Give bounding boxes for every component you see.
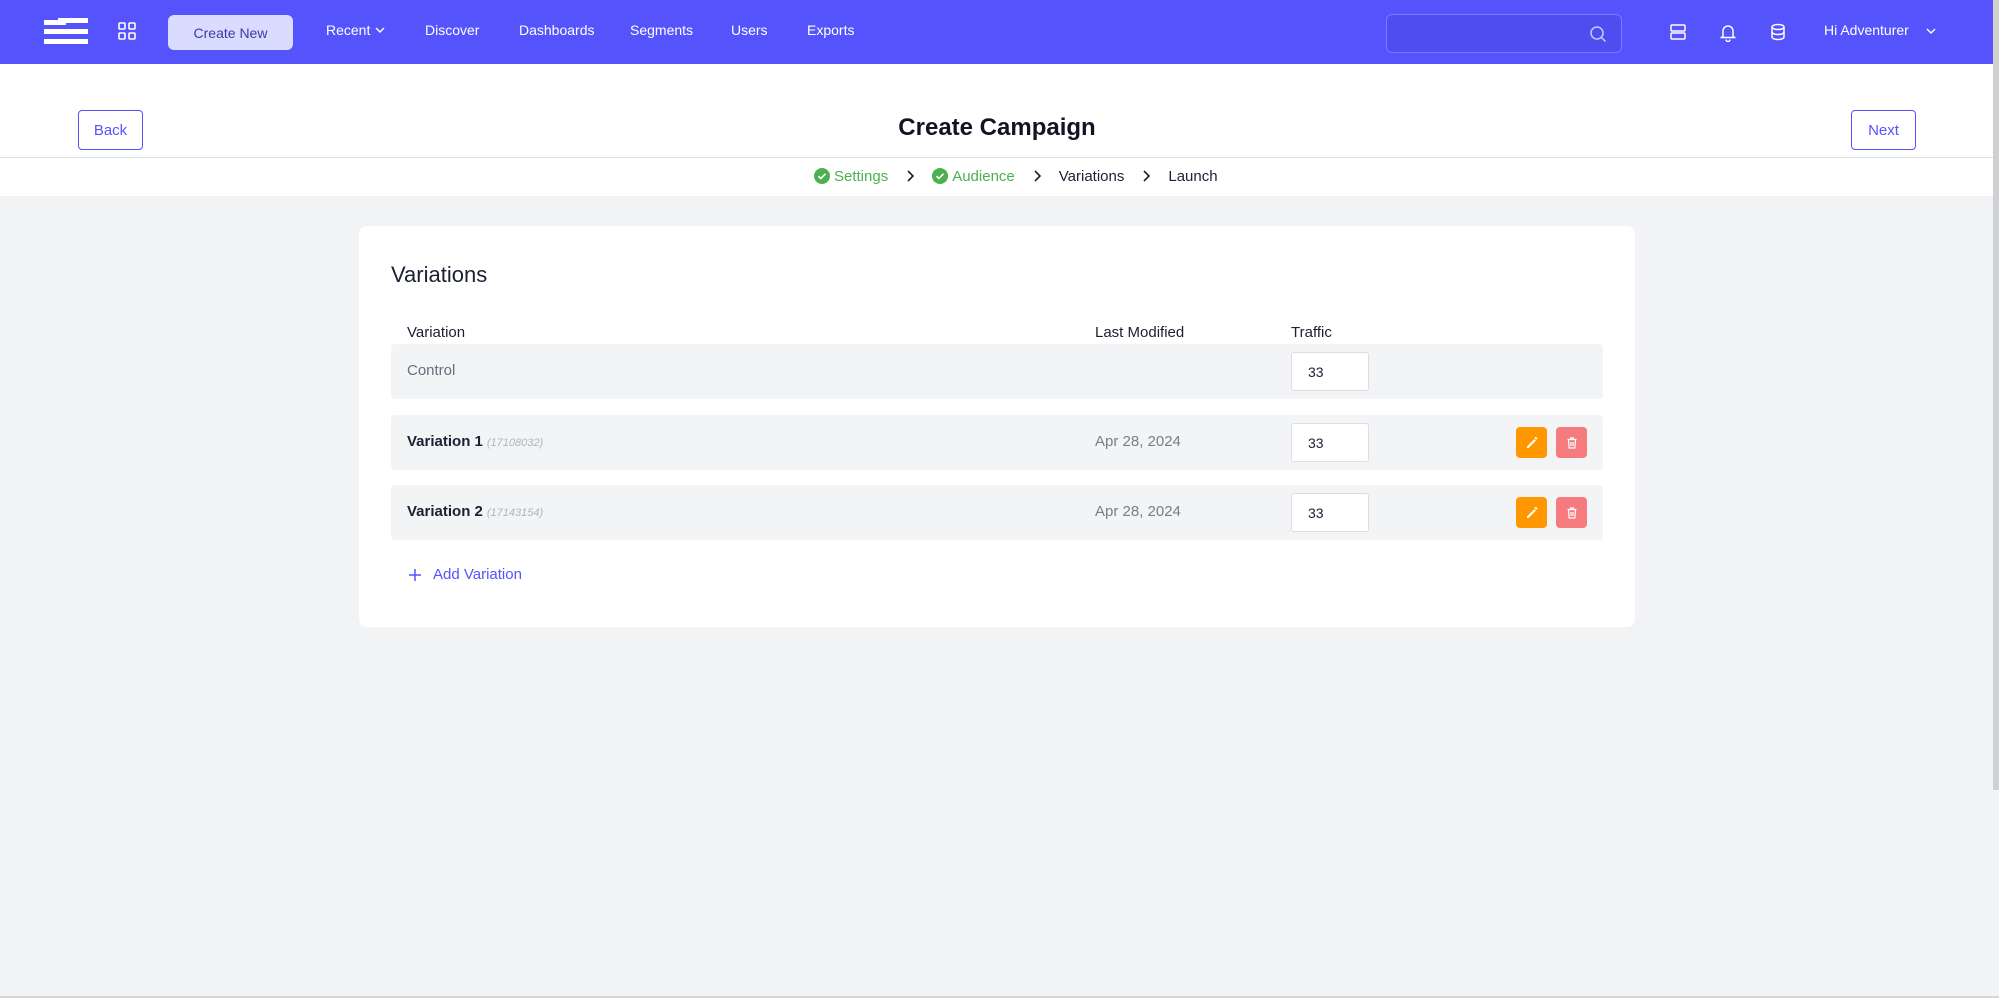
page-title: Create Campaign (898, 114, 1096, 141)
pencil-icon (1526, 506, 1537, 518)
table-row-variation-1: Variation 1 (17108032) Apr 28, 2024 (391, 415, 1603, 470)
edit-button[interactable] (1516, 427, 1547, 458)
search-icon[interactable] (1589, 25, 1607, 43)
step-audience-label: Audience (952, 167, 1015, 185)
bell-icon[interactable] (1718, 22, 1738, 42)
search-box (1386, 14, 1622, 53)
column-header-last-modified: Last Modified (1095, 324, 1185, 341)
nav-segments-label: Segments (630, 22, 694, 38)
traffic-input[interactable] (1291, 352, 1369, 391)
create-new-button[interactable]: Create New (168, 15, 293, 50)
nav-dashboards[interactable]: Dashboards (519, 22, 595, 38)
nav-segments[interactable]: Segments (630, 22, 693, 38)
variation-name-label: Variation 1 (407, 433, 483, 450)
trash-icon (1567, 436, 1576, 449)
step-settings[interactable]: Settings (814, 168, 888, 185)
variation-name-label: Variation 2 (407, 503, 483, 520)
search-input[interactable] (1387, 15, 1577, 52)
nav-discover[interactable]: Discover (425, 22, 479, 38)
plus-icon (409, 568, 421, 581)
chevron-down-icon[interactable] (1924, 24, 1938, 38)
edit-button[interactable] (1516, 497, 1547, 528)
nav-recent-label: Recent (326, 22, 371, 38)
nav-users[interactable]: Users (731, 22, 768, 38)
last-modified: Apr 28, 2024 (1095, 503, 1181, 520)
next-button[interactable]: Next (1851, 110, 1916, 150)
step-settings-label: Settings (834, 167, 889, 185)
variation-name: Variation 2 (17143154) (407, 503, 543, 520)
add-variation-label: Add Variation (433, 566, 522, 583)
stack-icon[interactable] (1668, 22, 1688, 42)
user-greeting[interactable]: Hi Adventurer (1824, 22, 1909, 38)
step-launch-label: Launch (1168, 167, 1218, 185)
traffic-input[interactable] (1291, 493, 1369, 532)
database-icon[interactable] (1768, 22, 1788, 42)
variation-name: Control (407, 362, 456, 379)
traffic-input[interactable] (1291, 423, 1369, 462)
chevron-right-icon (1034, 170, 1041, 182)
table-row-control: Control (391, 344, 1603, 399)
step-variations[interactable]: Variations (1059, 168, 1125, 185)
pencil-icon (1526, 436, 1537, 448)
nav-exports-label: Exports (807, 22, 855, 38)
column-header-variation: Variation (407, 324, 466, 341)
top-navigation-bar: Create New Recent Discover Dashboards Se… (0, 0, 1999, 64)
nav-discover-label: Discover (425, 22, 480, 38)
step-audience[interactable]: Audience (932, 168, 1015, 185)
step-launch[interactable]: Launch (1168, 168, 1217, 185)
scrollbar[interactable] (1993, 0, 1999, 790)
column-header-traffic: Traffic (1291, 324, 1332, 341)
nav-recent[interactable]: Recent (326, 22, 386, 38)
variation-id: (17108032) (486, 437, 544, 449)
variation-name: Variation 1 (17108032) (407, 433, 543, 450)
add-variation-button[interactable]: Add Variation (407, 566, 522, 583)
nav-exports[interactable]: Exports (807, 22, 854, 38)
table-row-variation-2: Variation 2 (17143154) Apr 28, 2024 (391, 485, 1603, 540)
last-modified: Apr 28, 2024 (1095, 433, 1181, 450)
nav-users-label: Users (731, 22, 768, 38)
variation-id: (17143154) (486, 507, 544, 519)
stepper: Settings Audience Variations Launch (814, 166, 1218, 186)
check-circle-icon (932, 168, 949, 184)
chevron-right-icon (1143, 170, 1151, 182)
variations-title: Variations (391, 262, 488, 287)
chevron-down-icon (375, 27, 385, 33)
variations-card: Variations Variation Last Modified Traff… (359, 226, 1635, 627)
menu-logo-icon[interactable] (44, 18, 88, 46)
apps-grid-icon[interactable] (118, 22, 136, 40)
chevron-right-icon (907, 170, 915, 182)
delete-button[interactable] (1556, 427, 1587, 458)
step-variations-label: Variations (1058, 167, 1125, 185)
header-divider (0, 157, 1999, 158)
check-circle-icon (814, 168, 830, 184)
delete-button[interactable] (1556, 497, 1587, 528)
trash-icon (1567, 506, 1576, 519)
nav-dashboards-label: Dashboards (519, 22, 595, 38)
